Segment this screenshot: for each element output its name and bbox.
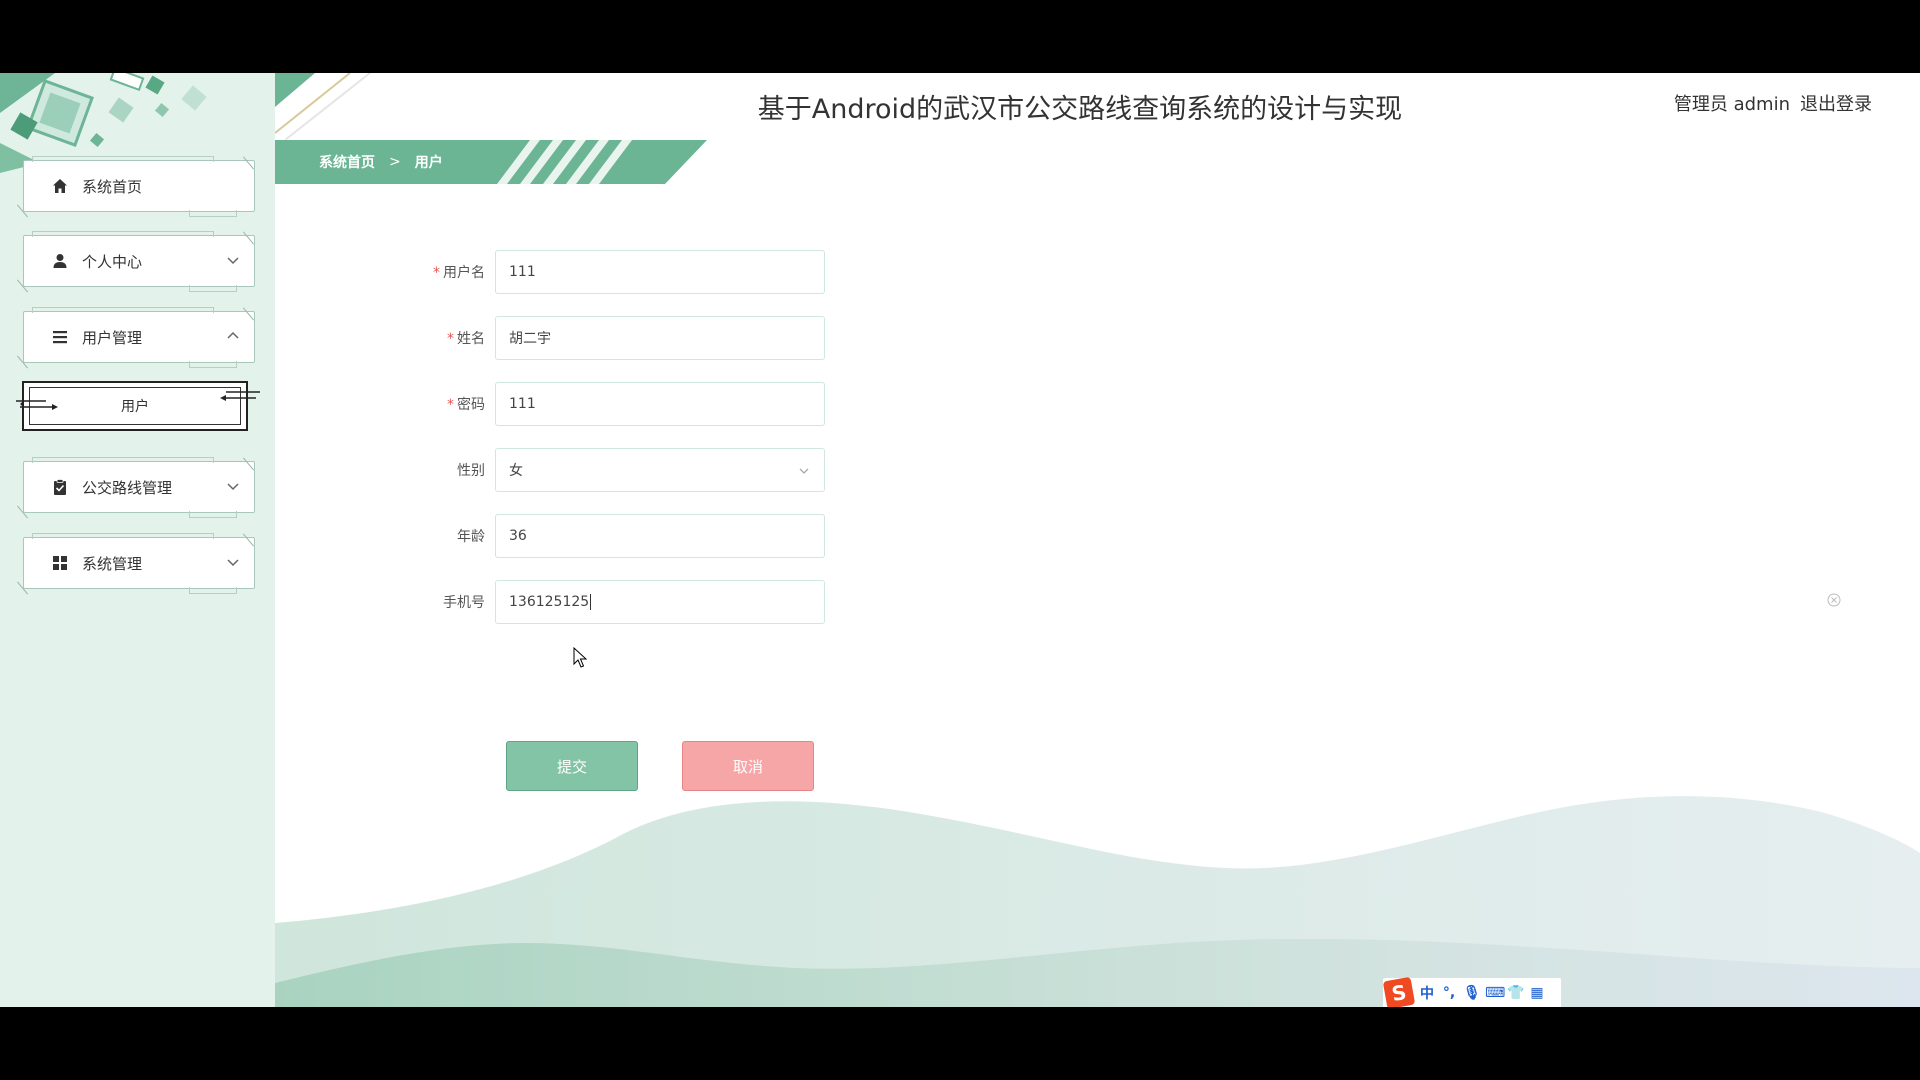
name-input[interactable]: 胡二宇 [495,316,825,360]
keyboard-icon[interactable]: ⌨ [1485,985,1505,1001]
sidebar-item-label: 个人中心 [82,252,143,271]
wave-background [275,796,1920,1007]
cancel-button[interactable]: 取消 [682,741,814,791]
required-mark: * [447,397,454,413]
username-input[interactable]: 111 [495,250,825,294]
arrow-right-icon [16,400,58,410]
mouse-cursor-icon [573,647,587,668]
sidebar-item-label: 系统管理 [82,554,143,573]
field-label: * 密码 [447,397,485,413]
sidebar-item-label: 用户管理 [82,328,143,347]
breadcrumb-current: 用户 [414,155,443,171]
chevron-down-icon [227,559,239,567]
required-mark: * [433,265,440,281]
phone-input[interactable]: 136125125 [495,580,825,624]
submit-button[interactable]: 提交 [506,741,638,791]
home-icon [50,176,70,196]
header-decoration [275,73,371,140]
user-area: 管理员 admin 退出登录 [1674,90,1872,116]
app-window: 系统首页 个人中心 用户管理 用户 公交路线管理 系统管理 基于Android的… [0,73,1920,1007]
form-row-age: 年龄 36 [420,514,825,558]
chevron-down-icon [227,483,239,491]
field-label: * 姓名 [447,331,485,347]
sidebar: 系统首页 个人中心 用户管理 用户 公交路线管理 系统管理 [0,73,275,1007]
form-row-name: * 姓名 胡二宇 [420,316,825,360]
microphone-icon[interactable]: 🎙 [1463,985,1481,1001]
sidebar-item-label: 公交路线管理 [82,478,173,497]
field-label: * 用户名 [433,265,485,281]
current-user-label: 管理员 admin [1673,94,1790,115]
breadcrumb-separator: > [389,154,401,170]
sidebar-subitem-label: 用户 [29,387,241,425]
clipboard-check-icon [50,477,70,497]
age-input[interactable]: 36 [495,514,825,558]
arrow-left-icon [220,391,260,401]
clear-icon[interactable] [1827,593,1841,607]
password-input[interactable]: 111 [495,382,825,426]
field-label: 手机号 [443,595,485,611]
field-label: 性别 [457,463,485,479]
sogou-logo-icon: S [1382,976,1416,1007]
sidebar-item-home[interactable]: 系统首页 [23,156,255,217]
skin-icon[interactable]: 👕 [1507,985,1524,1001]
form-row-password: * 密码 111 [420,382,825,426]
breadcrumb-home-link[interactable]: 系统首页 [319,152,375,172]
logout-link[interactable]: 退出登录 [1800,90,1872,116]
ime-punctuation[interactable]: °, [1441,985,1457,1001]
required-mark: * [447,331,454,347]
text-caret [590,594,592,610]
toolbox-icon[interactable]: ▦ [1529,985,1545,1001]
sidebar-item-label: 系统首页 [82,177,143,196]
person-icon [50,251,70,271]
ime-toolbar[interactable]: S 中 °, 🎙 ⌨ 👕 ▦ [1382,976,1561,1007]
grid-icon [50,553,70,573]
ime-mode[interactable]: 中 [1419,983,1435,1003]
breadcrumb: 系统首页 > 用户 [319,152,443,172]
form-row-gender: 性别 女 [420,448,825,492]
sidebar-item-personal-center[interactable]: 个人中心 [23,231,255,292]
list-icon [50,327,70,347]
field-label: 年龄 [457,529,485,545]
form-row-phone: 手机号 136125125 [420,580,825,624]
gender-select[interactable]: 女 [495,448,825,492]
sidebar-item-bus-route-management[interactable]: 公交路线管理 [23,457,255,518]
sidebar-item-user-management[interactable]: 用户管理 [23,307,255,368]
chevron-down-icon [799,468,809,474]
chevron-down-icon [227,257,239,265]
sidebar-item-system-management[interactable]: 系统管理 [23,533,255,594]
chevron-up-icon [227,331,239,339]
page-title: 基于Android的武汉市公交路线查询系统的设计与实现 [757,94,1403,125]
form-row-username: * 用户名 111 [420,250,825,294]
